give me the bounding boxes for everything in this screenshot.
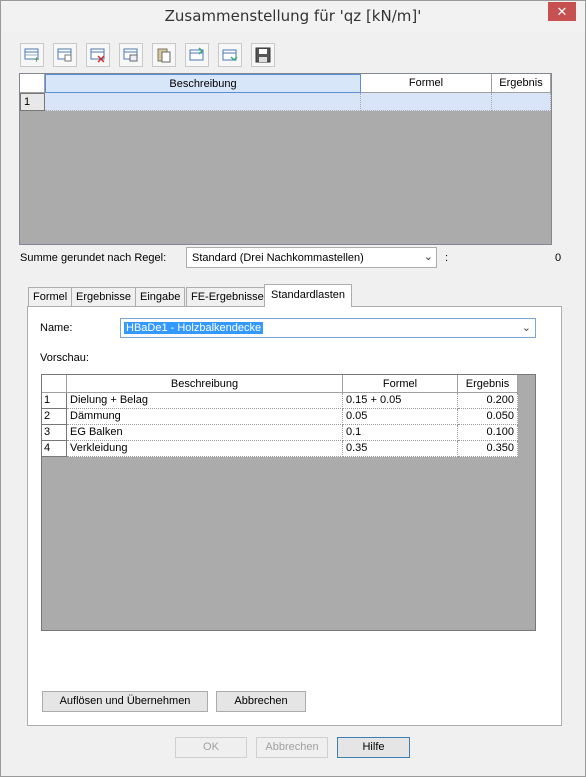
preview-corner-header (42, 375, 67, 393)
row-number: 4 (42, 441, 67, 457)
save-icon[interactable] (251, 43, 275, 67)
row-number: 3 (42, 425, 67, 441)
preview-grid[interactable]: Beschreibung Formel Ergebnis 1 Dielung +… (41, 374, 536, 631)
sum-value: 0 (555, 252, 562, 264)
preview-label: Vorschau: (40, 352, 89, 364)
name-select[interactable]: HBaDe1 - Holzbalkendecke ⌄ (120, 318, 536, 338)
duplicate-row-icon[interactable] (119, 43, 143, 67)
sum-rule-label: Summe gerundet nach Regel: (20, 252, 167, 264)
cell-ergebnis[interactable]: 0.200 (458, 393, 518, 409)
tab-eingabe[interactable]: Eingabe (135, 287, 186, 306)
chevron-down-icon: ⌄ (423, 251, 433, 263)
cell-ergebnis[interactable]: 0.350 (458, 441, 518, 457)
dialog-window: Zusammenstellung für 'qz [kN/m]' ✕ + Bes… (0, 0, 586, 777)
copy-row-icon[interactable] (53, 43, 77, 67)
cell-beschreibung[interactable]: Verkleidung (67, 441, 343, 457)
sum-colon: : (445, 252, 449, 264)
title-bar[interactable]: Zusammenstellung für 'qz [kN/m]' ✕ (1, 1, 585, 32)
rounding-rule-select[interactable]: Standard (Drei Nachkommastellen) ⌄ (186, 247, 437, 268)
help-button[interactable]: Hilfe (337, 737, 410, 758)
row-header[interactable]: 1 (20, 93, 45, 111)
cell-formel[interactable]: 0.05 (343, 409, 458, 425)
column-header-ergebnis[interactable]: Ergebnis (492, 74, 551, 93)
cell-ergebnis[interactable]: 0.050 (458, 409, 518, 425)
ok-button[interactable]: OK (175, 737, 247, 758)
cell-beschreibung[interactable]: EG Balken (67, 425, 343, 441)
name-label: Name: (40, 322, 73, 334)
delete-row-icon[interactable] (86, 43, 110, 67)
tab-standardlasten[interactable]: Standardlasten (264, 284, 352, 307)
apply-button[interactable]: Auflösen und Übernehmen (42, 691, 208, 712)
insert-row-icon[interactable]: + (20, 43, 44, 67)
cell-ergebnis[interactable]: 0.100 (458, 425, 518, 441)
tab-fe-ergebnisse[interactable]: FE-Ergebnisse (186, 287, 269, 306)
cell-ergebnis[interactable] (492, 93, 551, 111)
grid-corner-header (20, 74, 45, 93)
paste-icon[interactable] (152, 43, 176, 67)
svg-text:+: + (33, 55, 40, 63)
cell-formel[interactable]: 0.35 (343, 441, 458, 457)
chevron-down-icon: ⌄ (521, 322, 531, 334)
column-header-formel[interactable]: Formel (361, 74, 492, 93)
cell-formel[interactable]: 0.15 + 0.05 (343, 393, 458, 409)
column-header-beschreibung[interactable]: Beschreibung (45, 74, 361, 93)
tab-ergebnisse[interactable]: Ergebnisse (71, 287, 137, 306)
cell-formel[interactable]: 0.1 (343, 425, 458, 441)
window-title: Zusammenstellung für 'qz [kN/m]' (164, 7, 422, 25)
export-icon[interactable] (185, 43, 209, 67)
preview-header-beschreibung[interactable]: Beschreibung (67, 375, 343, 393)
rounding-rule-value: Standard (Drei Nachkommastellen) (192, 252, 364, 264)
cell-beschreibung[interactable]: Dämmung (67, 409, 343, 425)
import-icon[interactable] (218, 43, 242, 67)
cell-beschreibung[interactable] (45, 93, 361, 111)
name-value: HBaDe1 - Holzbalkendecke (124, 322, 264, 334)
cancel-button[interactable]: Abbrechen (256, 737, 328, 758)
tab-formel[interactable]: Formel (28, 287, 73, 306)
close-button[interactable]: ✕ (548, 2, 576, 21)
cancel-preview-button[interactable]: Abbrechen (216, 691, 306, 712)
cell-formel[interactable] (361, 93, 492, 111)
close-icon: ✕ (556, 4, 568, 19)
row-number: 1 (42, 393, 67, 409)
formula-grid[interactable]: Beschreibung Formel Ergebnis 1 (19, 73, 552, 245)
cell-beschreibung[interactable]: Dielung + Belag (67, 393, 343, 409)
row-number: 2 (42, 409, 67, 425)
preview-header-formel[interactable]: Formel (343, 375, 458, 393)
preview-header-ergebnis[interactable]: Ergebnis (458, 375, 518, 393)
